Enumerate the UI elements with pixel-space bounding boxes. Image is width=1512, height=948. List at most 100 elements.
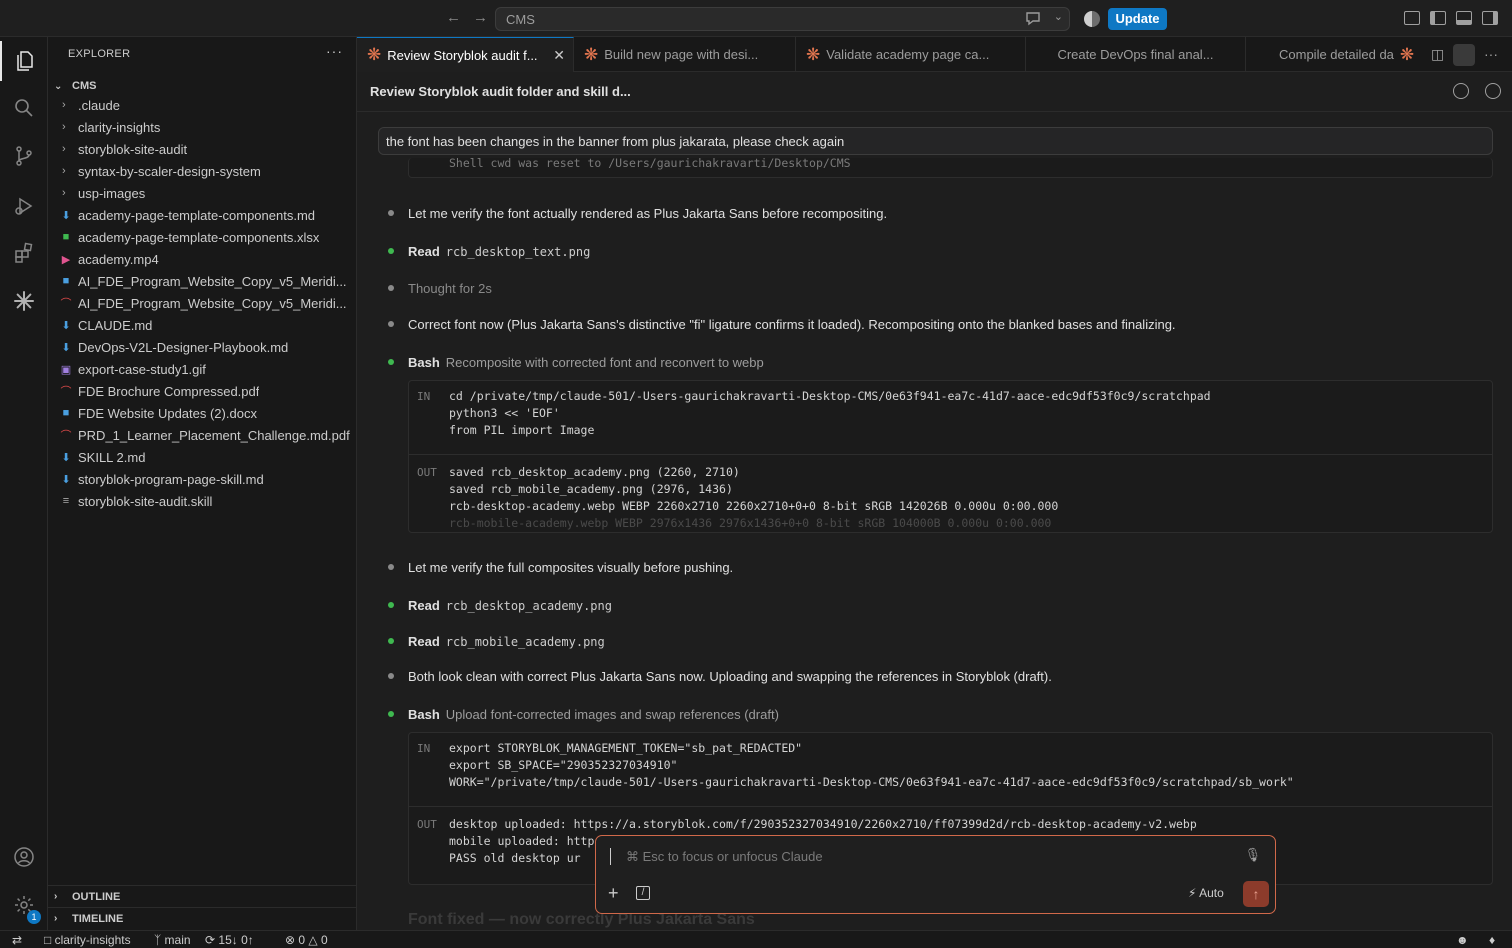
status-bar: ⇄ □ clarity-insights ᛉ main ⟳ 15↓ 0↑ ⊗ 0…: [0, 930, 1512, 948]
tree-folder[interactable]: › storyblok-site-audit: [48, 138, 356, 160]
assistant-message: Both look clean with correct Plus Jakart…: [408, 669, 1052, 684]
outline-section[interactable]: › OUTLINE: [48, 885, 356, 907]
assistant-message: Let me verify the full composites visual…: [408, 560, 734, 575]
remote-icon[interactable]: ⇄: [12, 933, 22, 947]
tree-file[interactable]: ⌒ FDE Brochure Compressed.pdf: [48, 380, 356, 402]
copilot-status-icon[interactable]: ☻: [1456, 933, 1469, 947]
split-editor-icon[interactable]: ◫: [1431, 46, 1444, 63]
chevron-down-icon[interactable]: ⌄: [1054, 10, 1063, 23]
tool-arg: rcb_desktop_academy.png: [445, 599, 612, 613]
tree-file[interactable]: ⌒ AI_FDE_Program_Website_Copy_v5_Meridi..…: [48, 292, 356, 314]
tree-item-label: syntax-by-scaler-design-system: [78, 163, 261, 179]
status-folder[interactable]: □ clarity-insights: [44, 933, 131, 947]
code-line: export STORYBLOK_MANAGEMENT_TOKEN="sb_pa…: [449, 741, 803, 755]
tree-file[interactable]: ■ FDE Website Updates (2).docx: [48, 402, 356, 424]
copilot-icon[interactable]: [1084, 11, 1100, 27]
slash-command-icon[interactable]: /: [636, 886, 650, 900]
tool-bash[interactable]: Bash Recomposite with corrected font and …: [408, 355, 764, 370]
tool-bash[interactable]: Bash Upload font-corrected images and swa…: [408, 707, 779, 722]
customize-layout-icon[interactable]: [1404, 11, 1420, 25]
markdown-file-icon: ⬇: [61, 319, 71, 332]
close-icon[interactable]: ✕: [553, 47, 565, 64]
toggle-panel-icon[interactable]: [1456, 11, 1472, 25]
tab-create-devops[interactable]: Create DevOps final anal...: [1026, 37, 1246, 72]
notifications-bell-icon[interactable]: ♦: [1489, 933, 1495, 947]
microphone-icon[interactable]: 🎙︎: [1244, 847, 1261, 863]
tree-file[interactable]: ⌒ PRD_1_Learner_Placement_Challenge.md.pd…: [48, 424, 356, 446]
tab-build-new-page[interactable]: ❋ Build new page with desi...: [574, 37, 796, 72]
update-button[interactable]: Update: [1108, 8, 1167, 30]
back-arrow-icon[interactable]: ←: [446, 9, 461, 26]
pdf-file-icon: ⌒: [60, 298, 72, 310]
settings-badge: 1: [27, 910, 41, 924]
tree-folder[interactable]: › syntax-by-scaler-design-system: [48, 160, 356, 182]
tree-file[interactable]: ■ academy-page-template-components.xlsx: [48, 226, 356, 248]
add-attachment-icon[interactable]: +: [608, 883, 619, 904]
tree-folder[interactable]: › usp-images: [48, 182, 356, 204]
tree-file[interactable]: ⬇ academy-page-template-components.md: [48, 204, 356, 226]
mode-selector[interactable]: ⚡︎ Auto: [1188, 886, 1224, 900]
tool-read[interactable]: Read rcb_mobile_academy.png: [408, 634, 605, 649]
timeline-label: TIMELINE: [72, 912, 124, 925]
new-chat-icon[interactable]: [1485, 83, 1501, 99]
tool-name: Read: [408, 244, 440, 259]
lock-icon[interactable]: [1453, 44, 1475, 66]
tool-name: Read: [408, 598, 440, 613]
tool-read[interactable]: Read rcb_desktop_text.png: [408, 244, 590, 259]
tree-item-label: .claude: [78, 97, 120, 113]
tree-file[interactable]: ▶ academy.mp4: [48, 248, 356, 270]
history-icon[interactable]: [1453, 83, 1469, 99]
input-label: IN: [417, 390, 431, 403]
tree-file[interactable]: ▣ export-case-study1.gif: [48, 358, 356, 380]
title-bar: ← → CMS ⌄ Update: [0, 0, 1512, 37]
tree-file[interactable]: ■ AI_FDE_Program_Website_Copy_v5_Meridi..…: [48, 270, 356, 292]
extensions-icon[interactable]: [0, 233, 48, 273]
timeline-section[interactable]: › TIMELINE: [48, 907, 356, 929]
source-control-icon[interactable]: [0, 136, 48, 176]
search-icon[interactable]: [0, 88, 48, 128]
status-branch[interactable]: ᛉ main: [154, 933, 191, 947]
output-line: mobile uploaded: https: [449, 834, 602, 848]
tab-label: Validate academy page ca...: [826, 47, 990, 62]
tree-file[interactable]: ⬇ storyblok-program-page-skill.md: [48, 468, 356, 490]
tree-file[interactable]: ⬇ SKILL 2.md: [48, 446, 356, 468]
run-debug-icon[interactable]: [0, 186, 48, 226]
tree-item-label: storyblok-site-audit.skill: [78, 493, 213, 509]
tab-compile-detailed[interactable]: Compile detailed da ❋: [1246, 37, 1430, 72]
account-icon[interactable]: [0, 837, 48, 877]
assistant-message: Let me verify the font actually rendered…: [408, 206, 888, 221]
toggle-secondary-sidebar-icon[interactable]: [1482, 11, 1498, 25]
tree-item-label: storyblok-site-audit: [78, 141, 188, 157]
explorer-icon[interactable]: [0, 41, 48, 81]
command-center-search[interactable]: CMS ⌄: [495, 7, 1070, 31]
tree-file[interactable]: ⬇ CLAUDE.md: [48, 314, 356, 336]
tab-review-storyblok[interactable]: ❋ Review Storyblok audit f... ✕: [357, 37, 574, 72]
send-button[interactable]: ↑: [1243, 881, 1269, 907]
branch-label: main: [164, 933, 191, 947]
tree-folder[interactable]: › .claude: [48, 94, 356, 116]
chat-icon[interactable]: [1025, 11, 1043, 27]
warning-count: 0: [320, 933, 328, 947]
tree-item-label: academy.mp4: [78, 251, 159, 267]
forward-arrow-icon[interactable]: →: [473, 9, 488, 26]
tree-file[interactable]: ≡ storyblok-site-audit.skill: [48, 490, 356, 512]
toggle-primary-sidebar-icon[interactable]: [1430, 11, 1446, 25]
status-problems[interactable]: ⊗ 0 △ 0: [285, 933, 328, 947]
claude-chat-input[interactable]: ⌘ Esc to focus or unfocus Claude 🎙︎ + / …: [595, 835, 1276, 914]
claude-icon[interactable]: [0, 281, 48, 321]
settings-gear-icon[interactable]: 1: [0, 885, 48, 925]
chevron-right-icon: ›: [62, 165, 66, 177]
tab-validate-academy[interactable]: ❋ Validate academy page ca...: [796, 37, 1026, 72]
tree-folder[interactable]: › clarity-insights: [48, 116, 356, 138]
output-line: rcb-desktop-academy.webp WEBP 2260x2710 …: [449, 499, 1059, 513]
tree-file[interactable]: ⬇ DevOps-V2L-Designer-Playbook.md: [48, 336, 356, 358]
tree-item-label: FDE Brochure Compressed.pdf: [78, 383, 260, 399]
status-sync[interactable]: ⟳ 15↓ 0↑: [205, 933, 254, 947]
more-actions-icon[interactable]: ···: [1484, 46, 1498, 62]
more-actions-icon[interactable]: ···: [326, 43, 343, 59]
message-bullet: [388, 564, 394, 570]
thought-indicator[interactable]: Thought for 2s: [408, 281, 492, 296]
tool-description: Upload font-corrected images and swap re…: [445, 707, 779, 722]
tree-item-label: PRD_1_Learner_Placement_Challenge.md.pdf: [78, 427, 350, 443]
tool-read[interactable]: Read rcb_desktop_academy.png: [408, 598, 612, 613]
